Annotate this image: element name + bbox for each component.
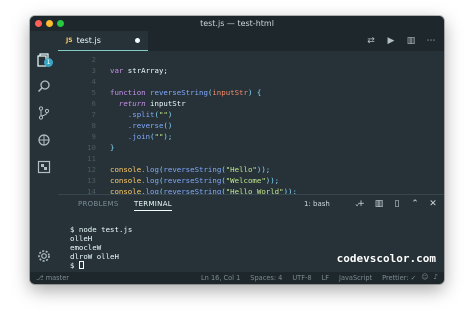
code-text: )); [265, 176, 280, 185]
kill-terminal-icon[interactable]: ▯ [392, 198, 402, 210]
javascript-file-icon: JS [66, 37, 73, 44]
line-number: 9 [91, 132, 96, 141]
title-bar: test.js — test-html [30, 16, 444, 31]
tab-problems[interactable]: PROBLEMS [78, 200, 119, 208]
line-number: 10 [87, 143, 96, 152]
new-terminal-icon[interactable]: + [356, 198, 366, 210]
watermark: codevscolor.com [336, 252, 436, 265]
more-actions-icon[interactable]: ⋯ [424, 34, 438, 48]
code-function: reverseString [163, 165, 222, 174]
line-ending[interactable]: LF [322, 274, 329, 282]
debug-icon[interactable] [37, 133, 51, 147]
line-number: 2 [91, 55, 96, 64]
split-editor-icon[interactable]: ▥ [404, 34, 418, 48]
code-function: .join [110, 132, 151, 141]
vscode-window: test.js — test-html 1 JS test.js ⇄ ▶ ▥ ⋯… [30, 16, 444, 284]
line-number: 13 [87, 176, 96, 185]
code-string: "Hello" [225, 165, 257, 174]
code-param: inputStr [212, 88, 248, 97]
code-string: "Welcome" [225, 176, 266, 185]
encoding[interactable]: UTF-8 [292, 274, 311, 282]
branch-indicator[interactable]: ⎇ master [36, 274, 69, 282]
code-function: reverseString [163, 176, 222, 185]
notification-badge: 1 [44, 58, 53, 67]
editor-tab-bar: JS test.js ⇄ ▶ ▥ ⋯ [58, 31, 444, 51]
maximize-window-button[interactable] [57, 20, 64, 27]
code-function: .log [141, 176, 159, 185]
shell-select[interactable]: 1: bash ⌄ [304, 199, 360, 209]
code-keyword: var [110, 66, 124, 75]
language-mode[interactable]: JavaScript [339, 274, 372, 282]
unsaved-dot-icon[interactable] [135, 38, 140, 43]
line-number: 11 [87, 154, 96, 163]
code-function: .reverse [110, 121, 164, 130]
search-icon[interactable] [37, 79, 51, 93]
terminal-prompt: $ [70, 261, 79, 270]
indentation[interactable]: Spaces: 4 [250, 274, 282, 282]
settings-icon[interactable] [37, 249, 51, 263]
tab-label: test.js [76, 36, 101, 45]
bell-icon[interactable]: ♪ [434, 273, 438, 281]
panel-actions: + ▥ ▯ ⌃ ✕ [356, 198, 438, 210]
code-text: ) { [247, 88, 262, 97]
code-function: .log [141, 165, 159, 174]
terminal-line: emocleW [70, 243, 102, 252]
code-function: reverseString [145, 88, 208, 97]
cursor-position[interactable]: Ln 16, Col 1 [201, 274, 240, 282]
terminal-cursor [78, 261, 84, 269]
close-window-button[interactable] [35, 20, 42, 27]
code-text: ); [163, 132, 173, 141]
code-editor[interactable]: 2 3 var strArray; 4 5 function reverseStri… [58, 51, 444, 196]
code-object: console [110, 176, 142, 185]
line-number: 6 [91, 99, 96, 108]
panel-tabs: PROBLEMS TERMINAL 1: bash ⌄ + ▥ ▯ ⌃ ✕ [58, 195, 444, 213]
tab-terminal[interactable]: TERMINAL [134, 200, 172, 211]
code-text: inputStr [145, 99, 186, 108]
run-icon[interactable]: ▶ [384, 34, 398, 48]
status-bar: ⎇ master Ln 16, Col 1 Spaces: 4 UTF-8 LF… [30, 272, 444, 284]
window-title: test.js — test-html [200, 19, 274, 28]
maximize-panel-icon[interactable]: ⌃ [410, 198, 420, 210]
code-text: strArray; [123, 66, 168, 75]
tab-test-js[interactable]: JS test.js [58, 31, 148, 51]
code-keyword: function [110, 88, 146, 97]
code-text: } [110, 143, 115, 152]
code-text: ) [167, 110, 173, 119]
terminal-line: olleH [70, 234, 93, 243]
window-controls [35, 20, 64, 27]
close-panel-icon[interactable]: ✕ [428, 198, 438, 210]
compare-icon[interactable]: ⇄ [364, 34, 378, 48]
line-number: 5 [91, 88, 96, 97]
code-text: () [163, 121, 173, 130]
code-string: "" [158, 110, 168, 119]
shell-select-value: 1: bash [304, 200, 330, 208]
terminal-output[interactable]: $ node test.js olleH emocleW dlroW olleH $ [70, 225, 132, 270]
code-object: console [110, 165, 142, 174]
code-function: .split [110, 110, 155, 119]
bottom-panel: PROBLEMS TERMINAL 1: bash ⌄ + ▥ ▯ ⌃ ✕ $ … [58, 194, 444, 272]
activity-bar: 1 [30, 31, 58, 272]
line-number: 7 [91, 110, 96, 119]
line-number: 12 [87, 165, 96, 174]
terminal-line: $ node test.js [70, 225, 133, 234]
feedback-icon[interactable]: ☺ [421, 273, 428, 281]
source-control-icon[interactable] [37, 106, 51, 120]
branch-name: master [45, 274, 69, 282]
minimize-window-button[interactable] [46, 20, 53, 27]
line-number: 8 [91, 121, 96, 130]
split-terminal-icon[interactable]: ▥ [374, 198, 384, 210]
terminal-line: dlroW olleH [70, 252, 119, 261]
line-number: 4 [91, 77, 96, 86]
extensions-icon[interactable] [37, 160, 51, 174]
editor-actions: ⇄ ▶ ▥ ⋯ [364, 34, 438, 48]
code-text: )); [256, 165, 271, 174]
prettier-status[interactable]: Prettier: ✓ [382, 274, 416, 282]
line-number: 3 [91, 66, 96, 75]
code-keyword: return [110, 99, 146, 108]
